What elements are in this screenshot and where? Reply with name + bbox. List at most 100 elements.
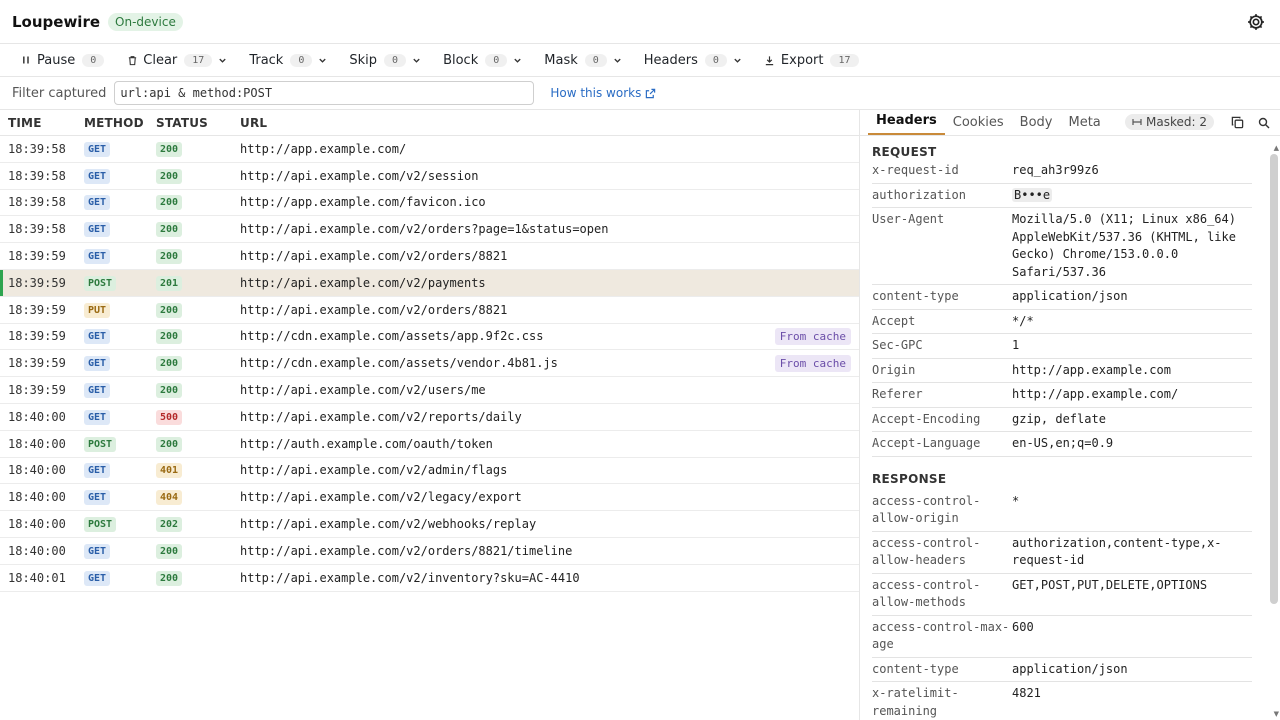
table-row[interactable]: 18:39:59 GET 200 http://cdn.example.com/ass…: [0, 350, 859, 378]
filter-input[interactable]: [114, 81, 535, 105]
tab-headers[interactable]: Headers: [868, 113, 945, 135]
header-value: */*: [1012, 313, 1034, 328]
method-cell: GET: [84, 194, 156, 211]
table-row[interactable]: 18:39:59 GET 200 http://cdn.example.com/ass…: [0, 324, 859, 351]
scroll-down-arrow[interactable]: ▼: [1274, 710, 1279, 718]
headers-scroll-area[interactable]: REQUEST x-request-id req_ah3r99z6 authoriz…: [860, 137, 1280, 720]
method-badge: GET: [84, 570, 111, 586]
table-row[interactable]: 18:39:58 GET 200 http://app.example.com/: [0, 136, 859, 163]
table-row[interactable]: 18:40:00 POST 200 http://auth.example.com/o…: [0, 431, 859, 458]
track-label: Track: [249, 52, 284, 68]
status-badge: 200: [156, 329, 183, 345]
request-time: 18:40:01: [8, 570, 66, 585]
block-button[interactable]: Block 0: [443, 53, 522, 68]
status-cell: 200: [156, 382, 240, 399]
status-cell: 201: [156, 275, 240, 291]
header-row: Referer http://app.example.com/: [872, 383, 1252, 408]
status-cell: 200: [156, 194, 240, 211]
request-url: http://api.example.com/v2/orders/8821: [240, 249, 508, 264]
mask-label: Mask: [544, 52, 578, 68]
chevron-down-icon[interactable]: [318, 56, 327, 65]
toolbar: Pause 0 Clear 17 Track 0 Skip 0 Block 0 Mask 0 Heade…: [0, 44, 1280, 77]
tab-cookies[interactable]: Cookies: [945, 115, 1012, 135]
table-row[interactable]: 18:40:00 GET 200 http://api.example.com/v2/…: [0, 538, 859, 565]
status-cell: 200: [156, 141, 240, 157]
filter-label: Filter captured: [12, 85, 107, 101]
method-badge: PUT: [84, 302, 111, 318]
masked-badge[interactable]: Masked: 2: [1125, 114, 1214, 130]
skip-button[interactable]: Skip 0: [349, 53, 421, 68]
column-method[interactable]: METHOD: [84, 116, 156, 130]
export-button[interactable]: Export 17: [764, 53, 859, 68]
on-device-badge: On-device: [108, 12, 183, 31]
filter-row: Filter captured How this works: [0, 77, 1280, 110]
table-row[interactable]: 18:40:00 GET 500 http://api.example.com/v2/…: [0, 404, 859, 431]
table-row[interactable]: 18:39:58 GET 200 http://api.example.com/v2/…: [0, 216, 859, 244]
status-badge: 200: [156, 222, 183, 238]
header-value-wrap: B•••e: [1012, 187, 1252, 205]
table-row[interactable]: 18:40:00 GET 401 http://api.example.com/v2/…: [0, 458, 859, 485]
method-cell: GET: [84, 168, 156, 184]
track-button[interactable]: Track 0: [249, 53, 327, 68]
method-cell: GET: [84, 248, 156, 265]
header-key: Accept-Encoding: [872, 411, 981, 426]
chevron-down-icon[interactable]: [733, 56, 742, 65]
method-badge: POST: [84, 275, 117, 291]
method-badge: GET: [84, 249, 111, 265]
headers-count: 0: [704, 53, 727, 67]
chevron-down-icon[interactable]: [218, 56, 227, 65]
tab-meta[interactable]: Meta: [1060, 115, 1108, 135]
header-key: access-control-allow-headers: [872, 535, 981, 568]
clear-button[interactable]: Clear 17: [126, 53, 227, 68]
request-url: http://api.example.com/v2/payments: [240, 275, 486, 290]
column-status[interactable]: STATUS: [156, 116, 240, 130]
table-row[interactable]: 18:39:58 GET 200 http://app.example.com/fav…: [0, 190, 859, 217]
status-cell: 200: [156, 248, 240, 265]
method-badge: GET: [84, 543, 111, 559]
app-title: Loupewire: [12, 12, 101, 31]
status-cell: 401: [156, 462, 240, 479]
header-key: x-request-id: [872, 163, 959, 177]
skip-label: Skip: [349, 52, 378, 68]
table-row[interactable]: 18:40:00 GET 404 http://api.example.com/v2/…: [0, 484, 859, 512]
header-value: req_ah3r99z6: [1012, 163, 1099, 177]
headers-button[interactable]: Headers 0: [644, 53, 742, 68]
copy-icon[interactable]: [1231, 116, 1244, 129]
status-badge: 200: [156, 195, 183, 211]
method-cell: POST: [84, 275, 156, 291]
search-icon[interactable]: [1258, 117, 1270, 129]
header-key: User-Agent: [872, 212, 945, 226]
chevron-down-icon[interactable]: [412, 56, 421, 65]
header-value: http://app.example.com/: [1012, 387, 1179, 401]
chevron-down-icon[interactable]: [613, 56, 622, 65]
table-row[interactable]: 18:39:59 GET 200 http://api.example.com/v2/…: [0, 377, 859, 404]
header-key: access-control-allow-origin: [872, 493, 981, 526]
table-row[interactable]: 18:39:59 POST 201 http://api.example.com/v2…: [0, 269, 859, 297]
header-value: *: [1012, 493, 1020, 508]
masked-header-value[interactable]: B•••e: [1012, 187, 1053, 202]
status-badge: 200: [156, 570, 183, 586]
scrollbar-thumb[interactable]: [1270, 154, 1278, 604]
table-row[interactable]: 18:39:59 GET 200 http://api.example.com/v2/…: [0, 243, 859, 270]
mask-button[interactable]: Mask 0: [544, 53, 622, 68]
chevron-down-icon[interactable]: [513, 56, 522, 65]
column-url[interactable]: URL: [240, 116, 859, 130]
pause-button[interactable]: Pause 0: [20, 53, 105, 68]
scroll-up-arrow[interactable]: ▲: [1274, 144, 1279, 152]
how-this-works-link[interactable]: How this works: [550, 86, 656, 100]
column-time[interactable]: TIME: [0, 116, 84, 130]
status-badge: 200: [156, 383, 183, 399]
tab-body[interactable]: Body: [1012, 115, 1061, 135]
gear-icon[interactable]: [1246, 12, 1266, 32]
table-row[interactable]: 18:40:00 POST 202 http://api.example.com/v2…: [0, 511, 859, 538]
method-badge: GET: [84, 329, 111, 345]
table-row[interactable]: 18:39:59 PUT 200 http://api.example.com/v2/…: [0, 297, 859, 324]
request-time: 18:40:00: [8, 463, 66, 478]
request-time: 18:39:58: [8, 168, 66, 183]
status-badge: 200: [156, 141, 183, 157]
clear-label: Clear: [143, 52, 178, 68]
from-cache-badge: From cache: [774, 354, 851, 372]
table-row[interactable]: 18:40:01 GET 200 http://api.example.com/v2/…: [0, 565, 859, 592]
request-time: 18:39:59: [8, 249, 66, 264]
table-row[interactable]: 18:39:58 GET 200 http://api.example.com/v2/…: [0, 163, 859, 190]
